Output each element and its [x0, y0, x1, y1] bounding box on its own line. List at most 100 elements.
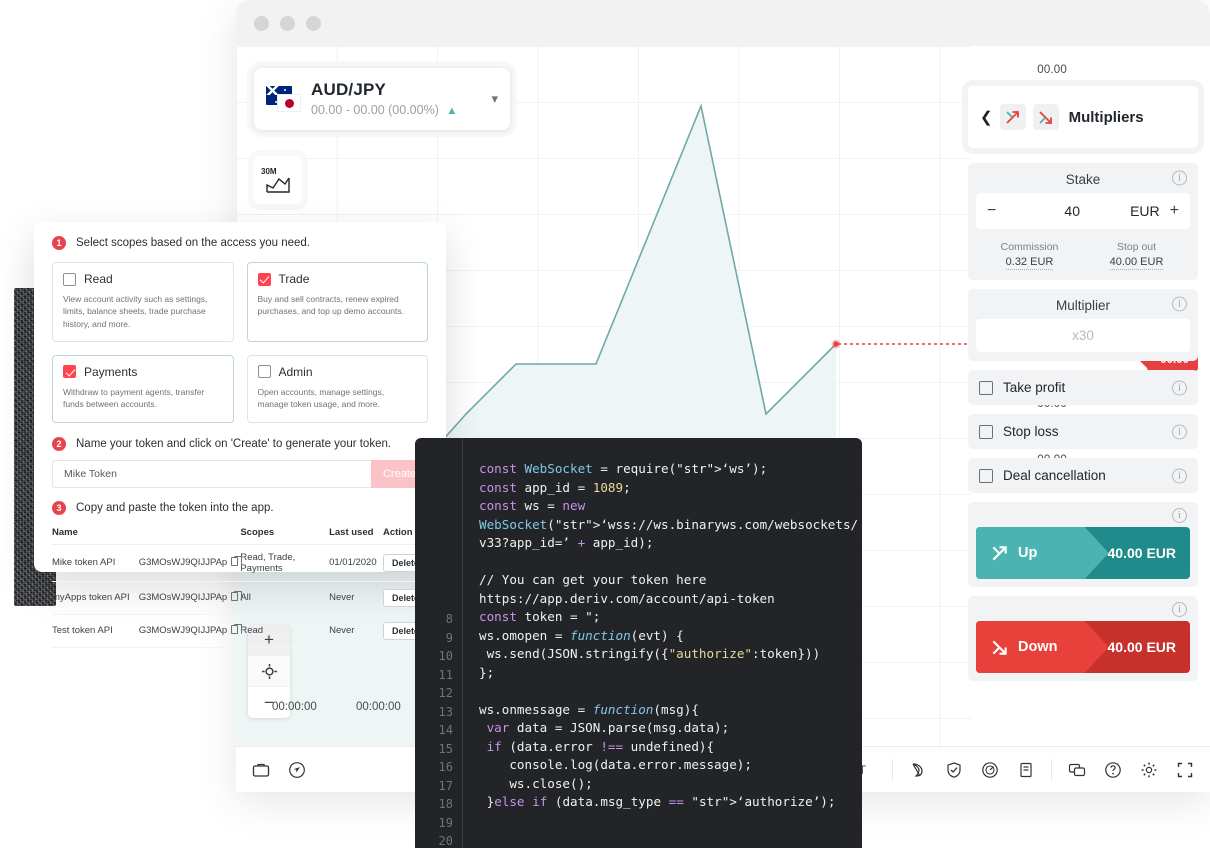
admin-checkbox[interactable] — [257, 365, 271, 379]
deal-cancellation-checkbox[interactable] — [979, 468, 993, 483]
cell-last-used: 01/01/2020 — [329, 544, 383, 582]
stop-loss-row[interactable]: Stop loss i — [968, 414, 1198, 449]
info-icon[interactable]: i — [1172, 508, 1187, 523]
trade-checkbox[interactable] — [257, 272, 271, 286]
info-icon[interactable]: i — [1172, 468, 1187, 483]
window-close-dot[interactable] — [254, 15, 269, 31]
timeframe-label: 30M — [261, 166, 277, 176]
x-axis-label: 00:00:00 — [356, 701, 401, 713]
chevron-left-icon[interactable]: ❮ — [980, 108, 993, 126]
stake-currency: EUR — [1130, 203, 1160, 219]
read-checkbox[interactable] — [63, 272, 76, 286]
trade-up-icon[interactable] — [999, 104, 1026, 130]
multipliers-panel: ❮ Multipliers Stake i − 40 EUR + Commiss… — [968, 86, 1198, 681]
trade-down-button[interactable]: Down 40.00 EUR — [976, 621, 1190, 673]
cell-token[interactable]: G3MOsWJ9QIJJPAp — [138, 614, 242, 648]
timeframe-button[interactable]: 30M — [254, 156, 302, 204]
step-3-text: Copy and paste the token into the app. — [76, 501, 274, 514]
line-chart-icon — [266, 177, 290, 193]
scope-card-read[interactable]: Read View account activity such as setti… — [52, 262, 234, 342]
note-icon[interactable] — [1015, 759, 1037, 781]
cell-name: Test token API — [52, 614, 139, 648]
help-icon[interactable] — [1102, 759, 1124, 781]
cell-token[interactable]: G3MOsWJ9QIJJPAp — [138, 544, 242, 582]
trade-up-label: Up — [1018, 545, 1038, 561]
table-row: Mike token API G3MOsWJ9QIJJPAp Read, Tra… — [52, 544, 428, 582]
scope-card-payments[interactable]: Payments Withdraw to payment agents, tra… — [52, 354, 234, 423]
chat-icon[interactable] — [1066, 759, 1088, 781]
triangle-up-icon: ▲ — [446, 104, 458, 117]
step-1-text: Select scopes based on the access you ne… — [76, 237, 310, 249]
flag-japan-icon — [277, 94, 301, 112]
info-icon[interactable]: i — [1172, 602, 1187, 617]
cell-token[interactable]: G3MOsWJ9QIJJPAp — [138, 581, 242, 615]
trade-up-button[interactable]: Up 40.00 EUR — [976, 527, 1190, 579]
down-trade-wrapper: i Down 40.00 EUR — [968, 596, 1198, 681]
shield-check-icon[interactable] — [943, 759, 965, 781]
briefcase-icon[interactable] — [250, 759, 272, 781]
multiplier-select[interactable]: x30 — [976, 319, 1190, 352]
cell-scopes: Read — [240, 614, 330, 648]
commission-label: Commission — [1000, 241, 1059, 253]
line-number: 16 — [438, 760, 453, 774]
navigation-icon[interactable] — [286, 759, 308, 781]
draw-tool-icon[interactable] — [907, 759, 929, 781]
code-content[interactable]: const WebSocket = require("str">‘ws’); c… — [463, 438, 862, 848]
stop-loss-checkbox[interactable] — [979, 424, 993, 439]
scope-card-admin[interactable]: Admin Open accounts, manage settings, ma… — [246, 354, 428, 423]
payments-checkbox[interactable] — [63, 365, 76, 379]
window-minimize-dot[interactable] — [280, 15, 295, 31]
stake-increment-button[interactable]: + — [1170, 202, 1179, 220]
info-icon[interactable]: i — [1172, 380, 1187, 395]
stake-decrement-button[interactable]: − — [987, 202, 996, 220]
gear-icon[interactable] — [1138, 759, 1160, 781]
info-icon[interactable]: i — [1172, 170, 1187, 186]
step-3-row: 3 Copy and paste the token into the app. — [52, 500, 428, 515]
stake-value[interactable]: 40 — [996, 203, 1148, 219]
line-number: 19 — [438, 815, 453, 830]
line-number: 13 — [438, 704, 453, 719]
take-profit-row[interactable]: Take profit i — [968, 370, 1198, 405]
token-name-input[interactable]: Mike Token — [52, 459, 371, 488]
scope-desc-trade: Buy and sell contracts, renew expired pu… — [257, 294, 404, 317]
deal-cancellation-row[interactable]: Deal cancellation i — [968, 458, 1198, 493]
line-number: 18 — [438, 797, 453, 811]
cell-name: myApps token API — [52, 581, 139, 615]
window-maximize-dot[interactable] — [306, 15, 321, 31]
window-titlebar — [236, 0, 1210, 46]
toolbar-divider — [892, 758, 893, 781]
cell-scopes: All — [240, 581, 330, 615]
th-token — [138, 521, 241, 545]
copy-icon[interactable] — [231, 623, 242, 635]
cell-scopes: Read, Trade, Payments — [240, 544, 330, 582]
fullscreen-icon[interactable] — [1174, 759, 1196, 781]
symbol-selector[interactable]: AUD/JPY 00.00 - 00.00 (00.00%) ▲ ▾ — [254, 68, 510, 130]
scope-card-trade[interactable]: Trade Buy and sell contracts, renew expi… — [246, 262, 428, 342]
th-name: Name — [52, 521, 139, 545]
stake-label: Stake — [1065, 172, 1101, 187]
trade-down-icon[interactable] — [1032, 104, 1059, 130]
take-profit-checkbox[interactable] — [979, 380, 993, 395]
th-scopes: Scopes — [240, 521, 330, 545]
y-axis-label: 00.00 — [1037, 64, 1067, 76]
token-table: Name Scopes Last used Action Mike token … — [52, 521, 428, 648]
stop-loss-label: Stop loss — [1003, 424, 1059, 439]
copy-icon[interactable] — [231, 555, 242, 567]
step-2-badge: 2 — [52, 436, 66, 451]
api-token-card: 1 Select scopes based on the access you … — [34, 222, 446, 648]
trade-down-amount: 40.00 EUR — [1107, 639, 1176, 655]
toolbar-divider-2 — [1051, 758, 1052, 781]
stopout-value: 40.00 EUR — [1109, 256, 1164, 270]
code-editor[interactable]: 8 9 10 11 12 13 14 15 16 17 18 19 20 const WebSocket… — [415, 438, 862, 848]
line-number: 11 — [438, 667, 453, 682]
info-icon[interactable]: i — [1172, 296, 1187, 312]
chevron-down-icon[interactable]: ▾ — [491, 91, 498, 107]
multipliers-title: Multipliers — [1068, 108, 1144, 126]
copy-icon[interactable] — [231, 590, 242, 602]
crosshair-reset-button[interactable] — [248, 656, 290, 687]
speedometer-icon[interactable] — [979, 759, 1001, 781]
info-icon[interactable]: i — [1172, 424, 1187, 439]
multipliers-header: ❮ Multipliers — [968, 86, 1198, 148]
step-2-text: Name your token and click on 'Create' to… — [76, 437, 392, 450]
x-axis-label: 00:00:00 — [272, 701, 317, 713]
